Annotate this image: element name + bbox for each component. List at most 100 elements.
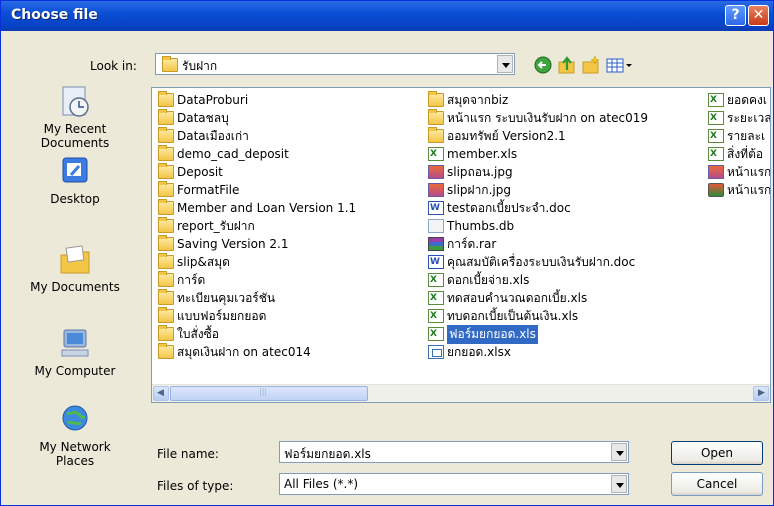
scroll-thumb[interactable]	[170, 386, 368, 401]
place-label: My Documents	[30, 280, 120, 294]
list-item[interactable]: Member and Loan Version 1.1	[158, 199, 356, 217]
excel-file-icon	[708, 147, 724, 161]
list-item[interactable]: ทะเบียนคุมเวอร์ชัน	[158, 289, 356, 307]
horizontal-scrollbar[interactable]: ◀ ▶	[152, 384, 770, 402]
file-name: slipฝาก.jpg	[447, 182, 511, 197]
file-name: ทะเบียนคุมเวอร์ชัน	[177, 290, 276, 305]
file-name: Thumbs.db	[447, 219, 515, 233]
place-recent-documents[interactable]: My Recent Documents	[9, 85, 141, 150]
list-item[interactable]: report_รับฝาก	[158, 217, 356, 235]
up-folder-icon[interactable]	[557, 55, 577, 75]
my-documents-icon	[57, 243, 93, 277]
list-item[interactable]: การ์ด	[158, 271, 356, 289]
excel-file-icon	[428, 273, 444, 287]
folder-icon	[158, 217, 174, 233]
list-item[interactable]: การ์ด.rar	[428, 235, 648, 253]
file-list[interactable]: DataProburi Dataชลบุ Dataเมืองเก่า demo_…	[151, 87, 771, 403]
list-item[interactable]: testดอกเบี้ยประจำ.doc	[428, 199, 648, 217]
new-folder-icon[interactable]	[581, 55, 601, 75]
open-button[interactable]: Open	[671, 441, 763, 465]
list-item[interactable]: คุณสมบัติเครื่องระบบเงินรับฝาก.doc	[428, 253, 648, 271]
list-item[interactable]: ทบดอกเบี้ยเป็นต้นเงิน.xls	[428, 307, 648, 325]
folder-icon	[428, 91, 444, 107]
file-name: การ์ด.rar	[447, 236, 497, 251]
file-name-input[interactable]: ฟอร์มยกยอด.xls	[279, 441, 629, 463]
list-item[interactable]: สมุดจากbiz	[428, 91, 648, 109]
place-label: My Network Places	[39, 440, 111, 468]
folder-icon	[158, 91, 174, 107]
file-name: สมุดเงินฝาก on atec014	[177, 344, 311, 359]
file-name: FormatFile	[177, 183, 240, 197]
file-name: หน้าแรก	[727, 182, 771, 197]
place-network[interactable]: My Network Places	[9, 403, 141, 468]
chevron-down-icon[interactable]	[497, 55, 513, 73]
list-item[interactable]: สมุดเงินฝาก on atec014	[158, 343, 356, 361]
look-in-dropdown[interactable]: รับฝาก	[155, 53, 515, 75]
scroll-right-button[interactable]: ▶	[753, 386, 769, 401]
file-name: Deposit	[177, 165, 223, 179]
list-item[interactable]: ยกยอด.xlsx	[428, 343, 648, 361]
list-item-selected[interactable]: ฟอร์มยกยอด.xls	[428, 324, 648, 344]
chevron-right-icon: ▶	[758, 388, 765, 398]
look-in-label: Look in:	[90, 59, 137, 73]
shortcut-file-icon	[708, 183, 724, 197]
file-name: หน้าแรก ระบบเงินรับฝาก on atec019	[447, 110, 649, 125]
file-name: รายละเ	[727, 128, 766, 143]
file-name: Member and Loan Version 1.1	[177, 201, 357, 215]
title-bar[interactable]: Choose file ? ✕	[1, 1, 773, 31]
list-item[interactable]: ยอดคงเ	[708, 91, 770, 109]
back-icon[interactable]	[533, 55, 553, 75]
close-button[interactable]: ✕	[748, 5, 769, 26]
views-menu-icon[interactable]	[605, 55, 633, 75]
place-desktop[interactable]: Desktop	[9, 155, 141, 206]
list-item[interactable]: Dataเมืองเก่า	[158, 127, 356, 145]
cancel-button[interactable]: Cancel	[671, 472, 763, 496]
file-name: ฟอร์มยกยอด.xls	[447, 324, 538, 344]
list-item[interactable]: FormatFile	[158, 181, 356, 199]
list-item[interactable]: DataProburi	[158, 91, 356, 109]
file-name: ดอกเบี้ยจ่าย.xls	[447, 272, 530, 287]
folder-icon	[158, 163, 174, 179]
file-name: ยกยอด.xlsx	[447, 344, 511, 359]
list-item[interactable]: หน้าแรก	[708, 163, 770, 181]
list-item[interactable]: ทดสอบคำนวณดอกเบี้ย.xls	[428, 289, 648, 307]
list-item[interactable]: slip&สมุด	[158, 253, 356, 271]
list-item[interactable]: หน้าแรก	[708, 181, 771, 199]
list-item[interactable]: สิ่งที่ต้อ	[708, 145, 770, 163]
folder-icon	[158, 199, 174, 215]
list-item[interactable]: demo_cad_deposit	[158, 145, 356, 163]
list-item[interactable]: หน้าแรก ระบบเงินรับฝาก on atec019	[428, 109, 648, 127]
chevron-down-icon[interactable]	[611, 443, 627, 461]
list-item[interactable]: member.xls	[428, 145, 648, 163]
list-item[interactable]: รายละเ	[708, 127, 770, 145]
excel-file-icon	[428, 291, 444, 305]
file-name: ทดสอบคำนวณดอกเบี้ย.xls	[447, 290, 588, 305]
file-name: คุณสมบัติเครื่องระบบเงินรับฝาก.doc	[447, 254, 636, 269]
help-button[interactable]: ?	[725, 5, 746, 26]
list-item[interactable]: Saving Version 2.1	[158, 235, 356, 253]
list-item[interactable]: ดอกเบี้ยจ่าย.xls	[428, 271, 648, 289]
list-item[interactable]: slipถอน.jpg	[428, 163, 648, 181]
word-file-icon	[428, 255, 444, 269]
place-my-documents[interactable]: My Documents	[9, 243, 141, 294]
file-name: ยอดคงเ	[727, 92, 768, 107]
list-item[interactable]: Dataชลบุ	[158, 109, 356, 127]
word-file-icon	[428, 201, 444, 215]
list-item[interactable]: Thumbs.db	[428, 217, 648, 235]
image-file-icon	[428, 183, 444, 197]
list-item[interactable]: slipฝาก.jpg	[428, 181, 648, 199]
file-name-label: File name:	[157, 447, 219, 461]
list-item[interactable]: ออมทรัพย์ Version2.1	[428, 127, 648, 145]
list-item[interactable]: แบบฟอร์มยกยอด	[158, 307, 356, 325]
place-label: My Computer	[34, 364, 116, 378]
folder-icon	[158, 253, 174, 269]
file-type-dropdown[interactable]: All Files (*.*)	[279, 473, 629, 495]
chevron-down-icon[interactable]	[611, 475, 627, 493]
list-item[interactable]: ใบสั่งซื้อ	[158, 325, 356, 343]
list-item[interactable]: Deposit	[158, 163, 356, 181]
list-item[interactable]: ระยะเวล	[708, 109, 770, 127]
scroll-left-button[interactable]: ◀	[153, 386, 169, 401]
excel-file-icon	[708, 93, 724, 107]
place-my-computer[interactable]: My Computer	[9, 327, 141, 378]
file-name: slipถอน.jpg	[447, 164, 513, 179]
